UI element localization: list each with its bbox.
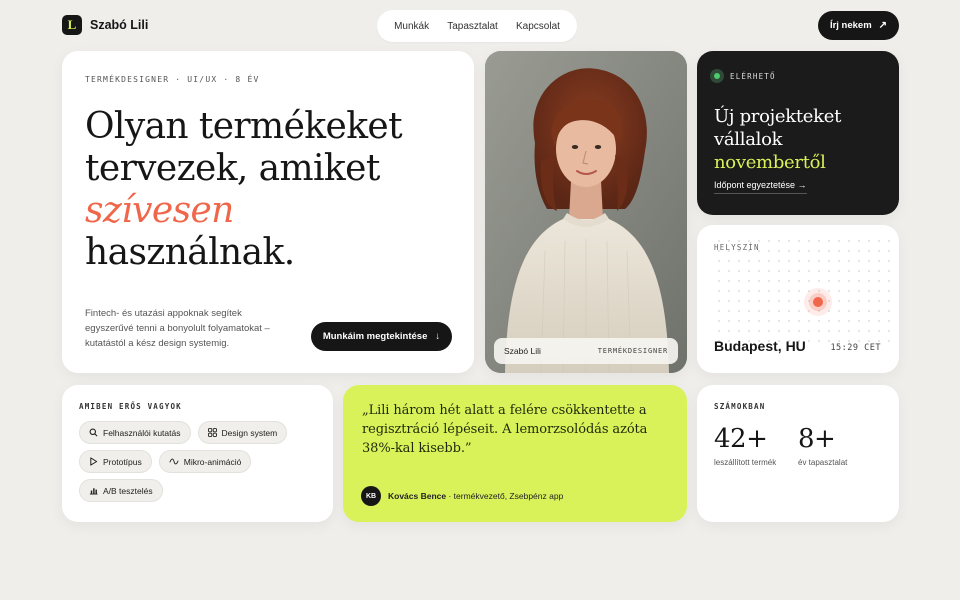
- portrait-name: Szabó Lili: [504, 346, 541, 356]
- logo-mark: L: [62, 15, 82, 35]
- avatar: KB: [361, 486, 381, 506]
- arrow-down-icon: ↓: [435, 331, 441, 342]
- bar-chart-icon: [89, 488, 98, 495]
- testimonial-text: „Lili három hét alatt a felére csökkente…: [362, 403, 648, 456]
- testimonial-card: „Lili három hét alatt a felére csökkente…: [343, 385, 687, 522]
- skill-chip-prototype[interactable]: Prototípus: [79, 450, 152, 473]
- nav-item-contact[interactable]: Kapcsolat: [516, 21, 560, 32]
- stats-row: 42+ leszállított termék 8+ év tapasztala…: [714, 425, 882, 467]
- brand-name: Szabó Lili: [90, 18, 149, 32]
- skills-label: AMIBEN ERŐS VAGYOK: [79, 402, 182, 411]
- skill-chip-label: Felhasználói kutatás: [103, 427, 181, 438]
- availability-title-accent: novembertől: [714, 152, 826, 173]
- skill-chip-ab-testing[interactable]: A/B tesztelés: [79, 479, 163, 502]
- skills-chip-list: Felhasználói kutatás Design system Proto…: [79, 421, 319, 502]
- author-name: Kovács Bence: [388, 491, 447, 501]
- view-work-button[interactable]: Munkáim megtekintése ↓: [311, 322, 452, 351]
- skill-chip-label: Prototípus: [103, 456, 142, 467]
- play-icon: [90, 457, 98, 466]
- availability-title: Új projekteket vállalok novembertől: [714, 105, 882, 174]
- portrait-role: TERMÉKDESIGNER: [597, 347, 668, 355]
- hero-eyebrow: TERMÉKDESIGNER · UI/UX · 8 ÉV: [85, 75, 260, 84]
- wave-icon: [169, 458, 179, 465]
- hero-card: TERMÉKDESIGNER · UI/UX · 8 ÉV Olyan term…: [62, 51, 474, 373]
- skill-chip-label: Design system: [221, 427, 278, 438]
- skill-chip-research[interactable]: Felhasználói kutatás: [79, 421, 191, 444]
- testimonial-author-text: Kovács Bence · termékvezető, Zsebpénz ap…: [388, 491, 563, 501]
- stat-experience: 8+ év tapasztalat: [798, 425, 882, 467]
- nav-item-work[interactable]: Munkák: [394, 21, 429, 32]
- hero-title-line1: Olyan termékeket: [85, 106, 403, 147]
- hero-description: Fintech- és utazási appoknak segítek egy…: [85, 308, 270, 349]
- arrow-up-right-icon: ↗: [878, 20, 888, 31]
- portrait-image: [485, 51, 687, 373]
- availability-card: ELÉRHETŐ Új projekteket vállalok novembe…: [697, 51, 899, 215]
- stat-products: 42+ leszállított termék: [714, 425, 798, 467]
- search-icon: [89, 428, 98, 437]
- location-city: Budapest, HU: [714, 338, 806, 354]
- portrait-card: Szabó Lili TERMÉKDESIGNER: [485, 51, 687, 373]
- view-work-button-label: Munkáim megtekintése: [322, 331, 428, 342]
- skill-chip-design-system[interactable]: Design system: [197, 421, 288, 444]
- main-nav: Munkák Tapasztalat Kapcsolat: [377, 10, 577, 42]
- testimonial-author: KB Kovács Bence · termékvezető, Zsebpénz…: [361, 486, 563, 506]
- contact-button-label: Írj nekem: [829, 20, 872, 31]
- brand-logo[interactable]: L Szabó Lili: [62, 15, 148, 35]
- portrait-caption: Szabó Lili TERMÉKDESIGNER: [494, 338, 678, 364]
- stats-label: SZÁMOKBAN: [714, 402, 766, 411]
- location-label: HELYSZÍN: [714, 243, 760, 252]
- location-pin-icon: [813, 297, 823, 307]
- contact-button[interactable]: Írj nekem ↗: [818, 11, 899, 40]
- hero-title: Olyan termékeket tervezek, amiket szíves…: [85, 106, 451, 274]
- location-time: 15:29 CET: [830, 343, 881, 353]
- hero-title-accent: szívesen: [85, 190, 234, 231]
- book-appointment-link[interactable]: Időpont egyeztetése →: [714, 180, 807, 194]
- location-card: HELYSZÍN Budapest, HU 15:29 CET: [697, 225, 899, 373]
- stats-card: SZÁMOKBAN 42+ leszállított termék 8+ év …: [697, 385, 899, 522]
- stat-label: év tapasztalat: [798, 458, 848, 467]
- grid-icon: [207, 428, 217, 437]
- hero-title-line4: használnak.: [85, 232, 295, 273]
- status-dot-icon: [710, 69, 724, 83]
- stat-value: 42+: [714, 424, 768, 454]
- stat-value: 8+: [798, 424, 836, 454]
- skill-chip-label: A/B tesztelés: [103, 485, 153, 496]
- availability-title-main: Új projekteket vállalok: [714, 106, 842, 150]
- nav-item-experience[interactable]: Tapasztalat: [447, 21, 498, 32]
- skill-chip-label: Mikro-animáció: [183, 456, 242, 467]
- availability-badge: ELÉRHETŐ: [710, 69, 882, 83]
- availability-badge-label: ELÉRHETŐ: [730, 71, 776, 81]
- skill-chip-micro-animation[interactable]: Mikro-animáció: [158, 450, 252, 473]
- author-role: · termékvezető, Zsebpénz app: [446, 491, 564, 501]
- stat-label: leszállított termék: [714, 458, 777, 467]
- skills-card: AMIBEN ERŐS VAGYOK Felhasználói kutatás …: [62, 385, 333, 522]
- hero-title-line2: tervezek, amiket: [85, 148, 380, 189]
- map-dot-grid: [718, 240, 890, 342]
